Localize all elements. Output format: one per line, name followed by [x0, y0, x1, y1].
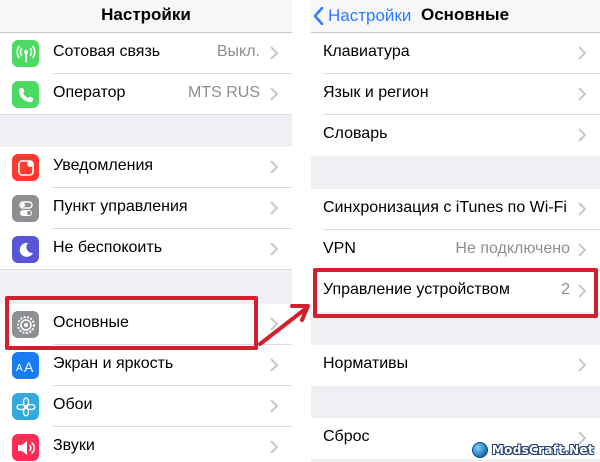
navigation-bar: Настройки: [0, 0, 292, 33]
navigation-bar: Настройки Основные: [311, 0, 600, 33]
settings-row-label: Сотовая связь: [53, 43, 161, 60]
general-row-language[interactable]: Язык и регион: [311, 74, 600, 115]
settings-row-value: Выкл.: [216, 43, 260, 60]
settings-row-cellular[interactable]: Сотовая связь Выкл.: [0, 33, 292, 74]
settings-row-label: Пункт управления: [53, 198, 188, 215]
chevron-right-icon: [578, 243, 586, 257]
general-row-label: VPN: [323, 240, 356, 257]
general-panel: Настройки Основные Клавиатура Язык и рег…: [311, 0, 600, 462]
settings-row-wallpaper[interactable]: Обои: [0, 386, 292, 427]
settings-row-do-not-disturb[interactable]: Не беспокоить: [0, 229, 292, 270]
general-row-vpn[interactable]: VPN Не подключено: [311, 230, 600, 271]
general-row-label: Язык и регион: [323, 84, 429, 101]
general-row-label: Нормативы: [323, 355, 409, 372]
back-label: Настройки: [328, 6, 412, 25]
svg-text:A: A: [16, 363, 23, 374]
chevron-right-icon: [270, 87, 278, 101]
settings-row-operator[interactable]: Оператор MTS RUS: [0, 74, 292, 115]
settings-row-display[interactable]: A A Экран и яркость: [0, 345, 292, 386]
settings-row-label: Звуки: [53, 437, 95, 454]
svg-text:A: A: [24, 359, 34, 375]
page-title: Настройки: [101, 5, 191, 24]
general-row-label: Сброс: [323, 428, 370, 445]
general-row-value: Не подключено: [455, 240, 570, 257]
settings-row-value: MTS RUS: [188, 84, 260, 101]
chevron-right-icon: [270, 160, 278, 174]
watermark: ModsCraft.Net: [471, 442, 594, 458]
settings-row-label: Обои: [53, 396, 93, 413]
arrow-right-icon: [258, 304, 310, 346]
back-button[interactable]: Настройки: [313, 0, 411, 32]
chevron-right-icon: [578, 284, 586, 298]
general-row-label: Клавиатура: [323, 43, 410, 60]
globe-icon: [471, 442, 488, 458]
phone-icon: [12, 81, 39, 108]
chevron-right-icon: [578, 87, 586, 101]
chevron-right-icon: [578, 46, 586, 60]
chevron-right-icon: [578, 128, 586, 142]
general-row-label: Словарь: [323, 125, 388, 142]
settings-row-label: Оператор: [53, 84, 126, 101]
chevron-right-icon: [578, 202, 586, 216]
cellular-icon: [12, 40, 39, 67]
general-row-label: Синхронизация с iTunes по Wi-Fi: [323, 199, 567, 216]
settings-row-control-center[interactable]: Пункт управления: [0, 188, 292, 229]
page-title: Основные: [421, 5, 510, 24]
speaker-icon: [12, 434, 39, 461]
chevron-right-icon: [270, 440, 278, 454]
chevron-right-icon: [270, 358, 278, 372]
toggles-icon: [12, 195, 39, 222]
watermark-text: ModsCraft.Net: [491, 443, 594, 457]
settings-row-notifications[interactable]: Уведомления: [0, 147, 292, 188]
settings-panel: Настройки Сотовая связь Выкл. Оператор M…: [0, 0, 292, 462]
general-row-device-management[interactable]: Управление устройством 2: [311, 271, 600, 312]
general-row-value: 2: [561, 281, 570, 298]
settings-row-label: Экран и яркость: [53, 355, 174, 372]
settings-row-label: Уведомления: [53, 157, 154, 174]
notifications-icon: [12, 154, 39, 181]
text-size-icon: A A: [12, 352, 39, 379]
chevron-right-icon: [270, 399, 278, 413]
chevron-right-icon: [270, 201, 278, 215]
gear-icon: [12, 311, 39, 338]
flower-icon: [12, 393, 39, 420]
chevron-left-icon: [313, 7, 324, 25]
general-row-dictionary[interactable]: Словарь: [311, 115, 600, 156]
general-row-label: Управление устройством: [323, 281, 510, 298]
general-row-regulatory[interactable]: Нормативы: [311, 345, 600, 386]
settings-row-label: Основные: [53, 314, 129, 331]
settings-row-sounds[interactable]: Звуки: [0, 427, 292, 462]
chevron-right-icon: [270, 46, 278, 60]
chevron-right-icon: [270, 242, 278, 256]
moon-icon: [12, 236, 39, 263]
chevron-right-icon: [578, 358, 586, 372]
settings-row-label: Не беспокоить: [53, 239, 163, 256]
settings-row-general[interactable]: Основные: [0, 304, 292, 345]
general-row-keyboard[interactable]: Клавиатура: [311, 33, 600, 74]
general-row-itunes-sync[interactable]: Синхронизация с iTunes по Wi-Fi: [311, 189, 600, 230]
